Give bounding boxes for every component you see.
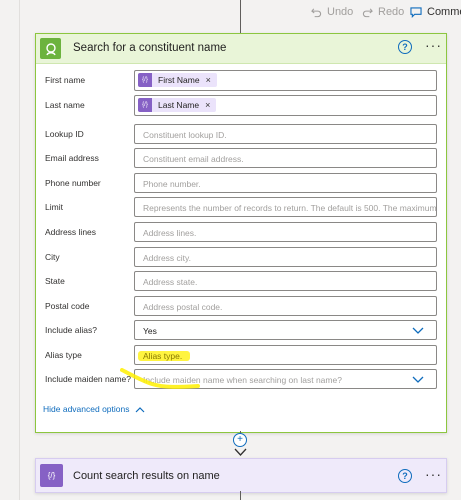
alias-type-input[interactable]: Alias type. [134, 345, 437, 365]
arrow-down-icon [234, 448, 247, 456]
add-step-icon[interactable]: + [233, 433, 247, 447]
lookup-id-input[interactable]: Constituent lookup ID. [134, 124, 437, 144]
connector-line-bottom [240, 491, 241, 500]
hide-advanced-label: Hide advanced options [43, 404, 130, 414]
city-input[interactable]: Address city. [134, 247, 437, 267]
row-last-name: Last name {/} Last Name × [36, 95, 446, 117]
phone-number-input[interactable]: Phone number. [134, 173, 437, 193]
field-label: Limit [45, 202, 63, 212]
row-state: State Address state. [36, 271, 446, 293]
variable-icon: {/} [138, 98, 152, 112]
toolbar: Undo Redo Comme [0, 0, 461, 30]
field-label: Alias type [45, 350, 82, 360]
redo-icon [362, 7, 373, 17]
count-search-results-card[interactable]: {/} Count search results on name ? ··· [35, 458, 447, 493]
connector-line-top [240, 0, 241, 33]
field-label: State [45, 276, 65, 286]
row-city: City Address city. [36, 247, 446, 269]
row-postal-code: Postal code Address postal code. [36, 296, 446, 318]
placeholder: Address lines. [143, 228, 197, 238]
redo-button[interactable]: Redo [362, 6, 404, 18]
email-address-input[interactable]: Constituent email address. [134, 148, 437, 168]
field-label: Phone number [45, 178, 101, 188]
card-header[interactable]: Search for a constituent name ? ··· [36, 34, 446, 64]
comment-button[interactable]: Comme [410, 6, 461, 18]
field-label: Last name [45, 100, 85, 110]
remove-token-icon[interactable]: × [206, 75, 211, 85]
field-label: Include maiden name? [45, 374, 132, 384]
field-label: Lookup ID [45, 129, 84, 139]
variable-icon: {/} [138, 73, 152, 87]
constituent-icon [40, 38, 61, 59]
hide-advanced-options-link[interactable]: Hide advanced options [43, 404, 145, 414]
row-address-lines: Address lines Address lines. [36, 222, 446, 244]
chevron-down-icon [412, 376, 424, 383]
state-input[interactable]: Address state. [134, 271, 437, 291]
field-label: Postal code [45, 301, 90, 311]
field-label: Email address [45, 153, 99, 163]
placeholder: Represents the number of records to retu… [143, 203, 437, 213]
field-label: First name [45, 75, 86, 85]
include-alias-dropdown[interactable]: Yes [134, 320, 437, 340]
first-name-field[interactable]: {/} First Name × [134, 70, 437, 91]
more-options-icon[interactable]: ··· [425, 466, 442, 482]
row-include-alias: Include alias? Yes [36, 320, 446, 342]
row-lookup-id: Lookup ID Constituent lookup ID. [36, 124, 446, 146]
chevron-down-icon [412, 327, 424, 334]
placeholder: Phone number. [143, 179, 201, 189]
limit-input[interactable]: Represents the number of records to retu… [134, 197, 437, 217]
placeholder: Constituent email address. [143, 154, 244, 164]
search-constituent-card: Search for a constituent name ? ··· Firs… [35, 33, 447, 433]
card-title: Search for a constituent name [73, 42, 227, 54]
comment-label: Comme [427, 6, 461, 18]
dynamic-content-token[interactable]: {/} Last Name × [138, 98, 217, 112]
placeholder: Address city. [143, 253, 192, 263]
row-include-maiden-name: Include maiden name? Include maiden name… [36, 369, 446, 391]
row-email-address: Email address Constituent email address. [36, 148, 446, 170]
selected-value: Yes [143, 326, 157, 336]
redo-label: Redo [378, 6, 405, 18]
remove-token-icon[interactable]: × [205, 100, 210, 110]
field-label: Address lines [45, 227, 97, 237]
row-first-name: First name {/} First Name × [36, 70, 446, 92]
highlight-scribble [120, 368, 200, 389]
chevron-up-icon [136, 406, 145, 412]
row-phone-number: Phone number Phone number. [36, 173, 446, 195]
card-header: {/} Count search results on name ? ··· [36, 459, 446, 492]
placeholder: Constituent lookup ID. [143, 130, 227, 140]
placeholder: Alias type. [143, 351, 183, 361]
left-gutter [0, 0, 20, 500]
comment-icon [410, 6, 422, 18]
postal-code-input[interactable]: Address postal code. [134, 296, 437, 316]
address-lines-input[interactable]: Address lines. [134, 222, 437, 242]
row-alias-type: Alias type Alias type. [36, 345, 446, 367]
last-name-field[interactable]: {/} Last Name × [134, 95, 437, 116]
placeholder: Address state. [143, 277, 198, 287]
row-limit: Limit Represents the number of records t… [36, 197, 446, 219]
field-label: Include alias? [45, 325, 97, 335]
token-label: First Name [158, 75, 200, 85]
token-label: Last Name [158, 100, 200, 110]
undo-button[interactable]: Undo [311, 6, 353, 18]
card-title: Count search results on name [73, 470, 220, 482]
variable-icon: {/} [40, 464, 63, 487]
help-icon[interactable]: ? [398, 40, 412, 54]
undo-label: Undo [327, 6, 354, 18]
help-icon[interactable]: ? [398, 469, 412, 483]
placeholder: Address postal code. [143, 302, 223, 312]
more-options-icon[interactable]: ··· [425, 37, 442, 53]
field-label: City [45, 252, 60, 262]
undo-icon [311, 7, 322, 17]
dynamic-content-token[interactable]: {/} First Name × [138, 73, 217, 87]
